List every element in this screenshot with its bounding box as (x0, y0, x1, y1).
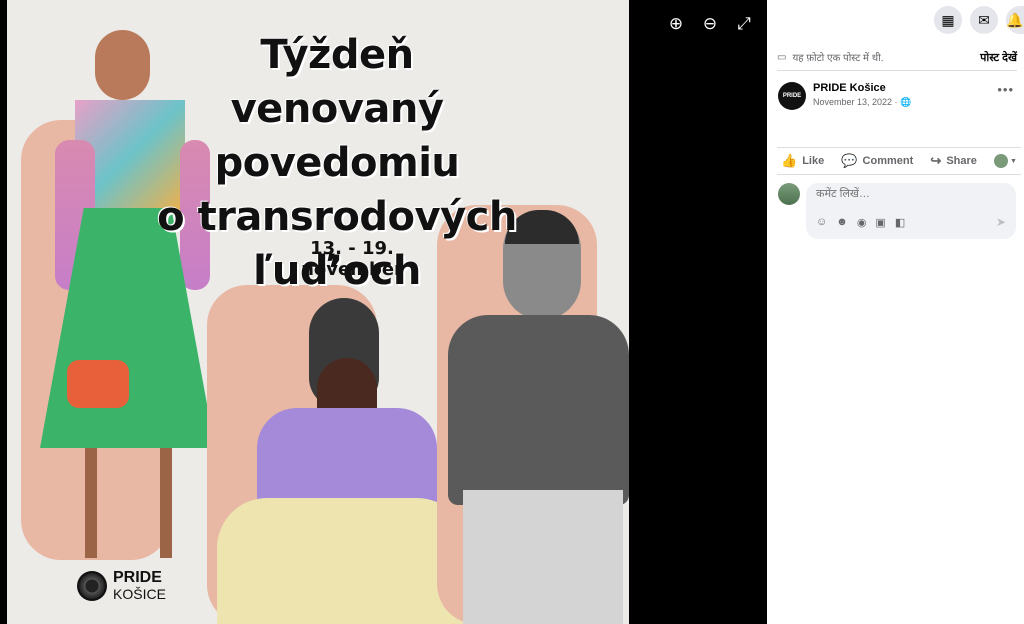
emoji-icon[interactable]: ☻ (836, 216, 848, 229)
photo-info-icon: ▭ (777, 51, 787, 63)
more-options-icon[interactable]: ••• (997, 82, 1014, 97)
person-center-figure (217, 298, 467, 624)
post-side-panel: ▦ ✉ 🔔 ▭ यह फ़ोटो एक पोस्ट में थी. पोस्ट द… (767, 0, 1024, 624)
comment-icon: 💬 (841, 153, 858, 168)
zoom-out-icon[interactable]: ⊖ (700, 14, 720, 34)
photo-viewer: Týždeň venovaný povedomiu o transrodovýc… (0, 0, 767, 624)
thumbs-up-icon: 👍 (781, 153, 798, 168)
share-icon: ↪ (930, 153, 942, 168)
view-post-link[interactable]: पोस्ट देखें (980, 50, 1017, 65)
messenger-icon[interactable]: ✉ (970, 6, 998, 34)
comment-tools: ☺ ☻ ◉ ▣ ◧ (816, 216, 905, 229)
grid-icon[interactable]: ▦ (934, 6, 962, 34)
bell-icon[interactable]: 🔔 (1006, 6, 1024, 34)
top-bar: ▦ ✉ 🔔 (934, 6, 1024, 34)
flower-logo-icon (77, 571, 107, 601)
like-button[interactable]: 👍 Like (781, 153, 824, 169)
identity-picker[interactable]: ▼ (994, 154, 1017, 168)
post-actions: 👍 Like 💬 Comment ↪ Share ▼ (777, 147, 1021, 175)
post-author: PRIDE PRIDE Košice November 13, 2022 · 🌐… (778, 82, 1014, 110)
fullscreen-icon[interactable]: ⤢ (734, 14, 754, 34)
author-name[interactable]: PRIDE Košice (813, 82, 911, 94)
comment-composer: ☺ ☻ ◉ ▣ ◧ ➤ (778, 183, 1016, 239)
comment-input[interactable] (814, 187, 998, 201)
globe-icon: 🌐 (900, 97, 912, 107)
gif-icon[interactable]: ▣ (875, 216, 885, 229)
sticker-icon[interactable]: ◧ (895, 216, 905, 229)
camera-icon[interactable]: ◉ (857, 216, 867, 229)
post-note: ▭ यह फ़ोटो एक पोस्ट में थी. पोस्ट देखें (777, 44, 1017, 71)
avatar[interactable]: PRIDE (778, 82, 806, 110)
pride-kosice-logo: PRIDE KOŠICE (77, 570, 166, 602)
zoom-in-icon[interactable]: ⊕ (666, 14, 686, 34)
avatar-sticker-icon[interactable]: ☺ (816, 216, 827, 229)
comment-button[interactable]: 💬 Comment (841, 153, 913, 169)
share-button[interactable]: ↪ Share (930, 153, 976, 169)
viewer-toolbar: ⊕ ⊖ ⤢ (666, 14, 754, 34)
avatar (994, 154, 1009, 168)
comment-box[interactable]: ☺ ☻ ◉ ▣ ◧ ➤ (806, 183, 1016, 239)
poster-image[interactable]: Týždeň venovaný povedomiu o transrodovýc… (7, 0, 629, 624)
poster-dates: 13. - 19. november (301, 238, 403, 280)
chevron-down-icon: ▼ (1010, 157, 1017, 165)
avatar (778, 183, 800, 205)
send-icon[interactable]: ➤ (996, 215, 1006, 229)
post-date[interactable]: November 13, 2022 · (813, 97, 898, 107)
